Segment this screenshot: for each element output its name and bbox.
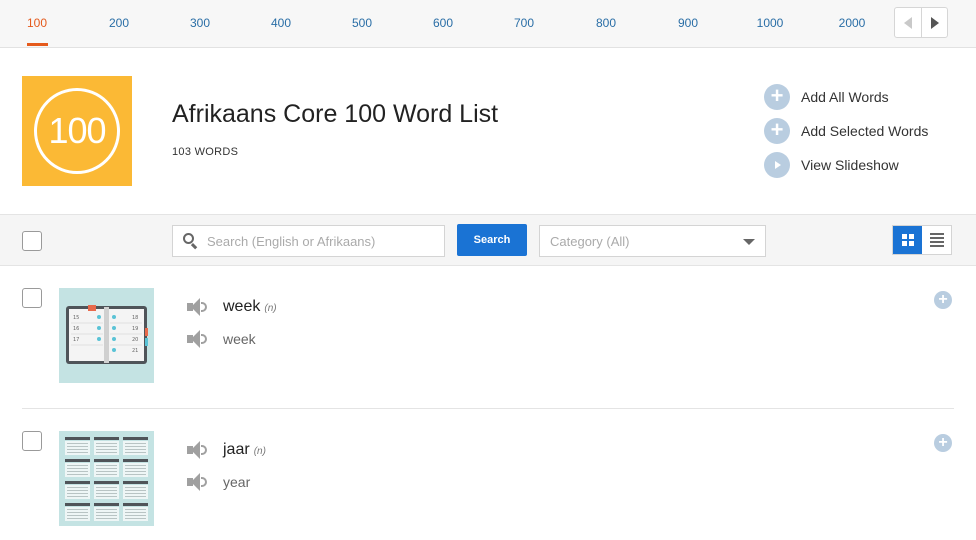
tab-level-700[interactable]: 700 bbox=[499, 16, 549, 30]
tab-level-500[interactable]: 500 bbox=[337, 16, 387, 30]
triangle-left-icon bbox=[904, 16, 912, 29]
list-icon bbox=[929, 233, 944, 247]
calendar-planner-image: 15 16 17 18 19 20 21 bbox=[66, 305, 148, 364]
word-count: 103 WORDS bbox=[172, 146, 239, 158]
list-toolbar: Search Category (All) bbox=[0, 214, 976, 266]
word-image bbox=[59, 431, 154, 526]
svg-text:18: 18 bbox=[132, 315, 138, 321]
view-slideshow-label: View Slideshow bbox=[801, 157, 899, 173]
search-icon bbox=[183, 233, 199, 250]
tab-level-600[interactable]: 600 bbox=[418, 16, 468, 30]
add-word-button[interactable]: + bbox=[934, 291, 952, 309]
tab-level-300[interactable]: 300 bbox=[175, 16, 225, 30]
plus-icon: + bbox=[938, 433, 948, 451]
play-circle-icon bbox=[764, 152, 790, 178]
grid-icon bbox=[901, 234, 914, 246]
svg-text:15: 15 bbox=[73, 315, 79, 321]
page-title: Afrikaans Core 100 Word List bbox=[172, 100, 499, 128]
triangle-right-icon bbox=[930, 16, 939, 29]
view-toggle bbox=[892, 225, 952, 255]
level-pager bbox=[894, 7, 948, 38]
speaker-icon[interactable] bbox=[187, 473, 209, 491]
target-word-text: week bbox=[223, 298, 261, 315]
tab-level-800[interactable]: 800 bbox=[581, 16, 631, 30]
search-input[interactable] bbox=[207, 233, 437, 249]
part-of-speech: (n) bbox=[264, 303, 277, 314]
tab-level-100[interactable]: 100 bbox=[12, 16, 62, 30]
pager-prev-button[interactable] bbox=[895, 8, 921, 37]
add-word-button[interactable]: + bbox=[934, 434, 952, 452]
word-row: jaar (n) year + bbox=[0, 409, 976, 526]
speaker-icon[interactable] bbox=[187, 441, 209, 459]
category-dropdown[interactable]: Category (All) bbox=[539, 225, 766, 257]
target-word: jaar (n) bbox=[223, 441, 266, 459]
list-view-button[interactable] bbox=[922, 226, 951, 254]
list-badge: 100 bbox=[22, 76, 132, 186]
plus-circle-icon: + bbox=[764, 84, 790, 110]
add-selected-words-button[interactable]: + Add Selected Words bbox=[764, 118, 928, 144]
view-slideshow-button[interactable]: View Slideshow bbox=[764, 152, 899, 178]
target-word: week (n) bbox=[223, 298, 277, 316]
select-all-checkbox[interactable] bbox=[22, 231, 42, 251]
active-tab-indicator bbox=[27, 43, 48, 46]
translation: week bbox=[223, 331, 256, 347]
tab-level-200[interactable]: 200 bbox=[94, 16, 144, 30]
word-checkbox[interactable] bbox=[22, 431, 42, 451]
svg-text:21: 21 bbox=[132, 348, 138, 354]
tab-level-900[interactable]: 900 bbox=[663, 16, 713, 30]
add-all-words-label: Add All Words bbox=[801, 89, 889, 105]
level-tabs: 100 200 300 400 500 600 700 800 900 1000… bbox=[0, 0, 976, 48]
speaker-icon[interactable] bbox=[187, 298, 209, 316]
year-calendar-image bbox=[65, 437, 148, 521]
target-word-text: jaar bbox=[223, 441, 250, 458]
word-checkbox[interactable] bbox=[22, 288, 42, 308]
svg-text:20: 20 bbox=[132, 337, 138, 343]
part-of-speech: (n) bbox=[253, 446, 266, 457]
word-row: 15 16 17 18 19 20 21 week (n) week + bbox=[0, 266, 976, 383]
pager-next-button[interactable] bbox=[921, 8, 947, 37]
add-all-words-button[interactable]: + Add All Words bbox=[764, 84, 889, 110]
svg-text:17: 17 bbox=[73, 337, 79, 343]
search-button[interactable]: Search bbox=[457, 224, 527, 256]
plus-circle-icon: + bbox=[764, 118, 790, 144]
speaker-icon[interactable] bbox=[187, 330, 209, 348]
svg-text:19: 19 bbox=[132, 326, 138, 332]
category-selected-value: Category (All) bbox=[550, 233, 630, 249]
word-image: 15 16 17 18 19 20 21 bbox=[59, 288, 154, 383]
tab-level-2000[interactable]: 2000 bbox=[827, 16, 877, 30]
add-selected-words-label: Add Selected Words bbox=[801, 123, 929, 139]
svg-text:16: 16 bbox=[73, 326, 79, 332]
grid-view-button[interactable] bbox=[893, 226, 922, 254]
plus-icon: + bbox=[938, 290, 948, 308]
search-box bbox=[172, 225, 445, 257]
tab-level-1000[interactable]: 1000 bbox=[745, 16, 795, 30]
chevron-down-icon bbox=[743, 239, 755, 245]
translation: year bbox=[223, 474, 251, 490]
tab-level-400[interactable]: 400 bbox=[256, 16, 306, 30]
badge-number: 100 bbox=[34, 88, 120, 174]
